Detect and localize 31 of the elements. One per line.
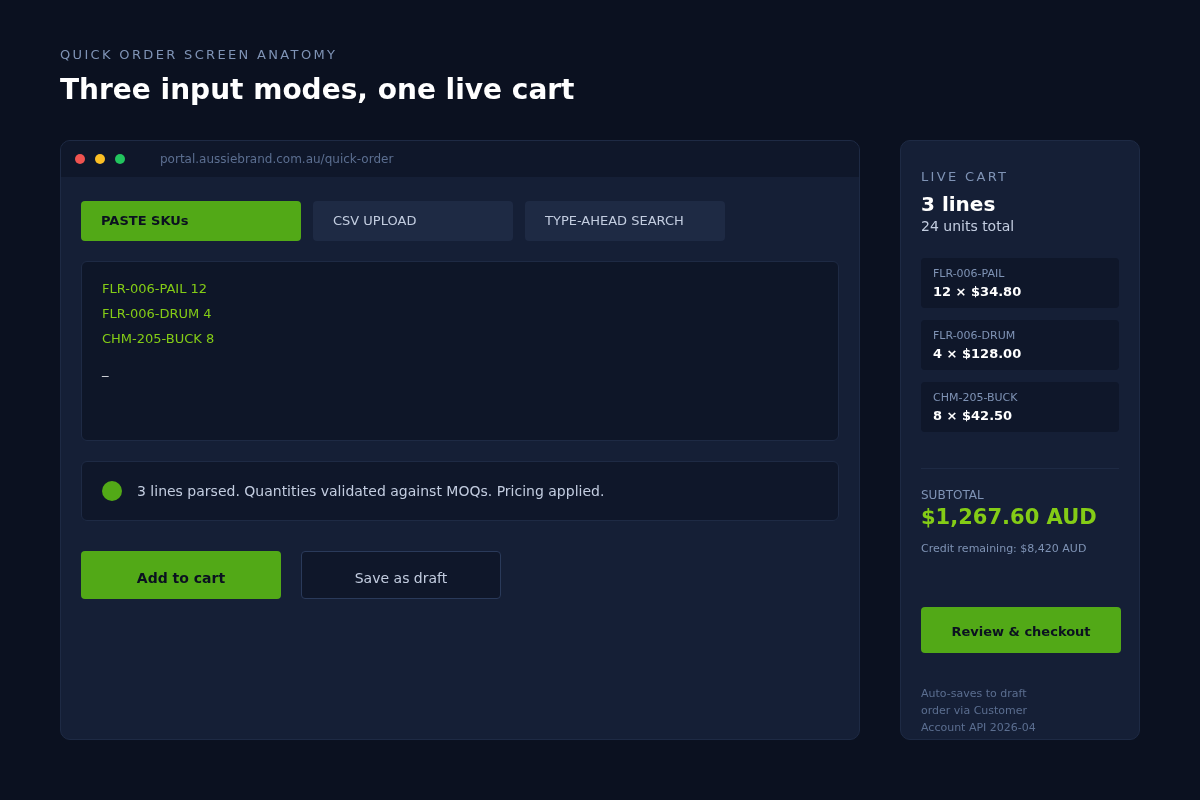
input-mode-tab[interactable]: CSV UPLOAD	[313, 201, 513, 241]
subtotal-amount: $1,267.60 AUD	[921, 504, 1098, 531]
cart-item-quantity-price: 4 × $128.00	[933, 345, 1023, 363]
pasted-sku-line: FLR-006-PAIL 12	[102, 280, 209, 298]
input-mode-tab[interactable]: TYPE-AHEAD SEARCH	[525, 201, 725, 241]
input-mode-tab[interactable]: PASTE SKUs	[81, 201, 301, 241]
cart-item-sku: FLR-006-PAIL	[933, 267, 1006, 281]
text-cursor: _	[102, 361, 110, 379]
cart-item-quantity-price: 12 × $34.80	[933, 283, 1023, 301]
subtotal-label: SUBTOTAL	[921, 487, 985, 503]
cart-item-sku: FLR-006-DRUM	[933, 329, 1017, 343]
cart-units-total: 24 units total	[921, 217, 1016, 236]
credit-remaining: Credit remaining: $8,420 AUD	[921, 541, 1088, 557]
cart-heading: LIVE CART	[921, 168, 1010, 186]
status-message: 3 lines parsed. Quantities validated against MOQs. Pricing applied.	[137, 481, 605, 501]
window-maximize-icon[interactable]	[115, 154, 125, 164]
cart-item-sku: CHM-205-BUCK	[933, 391, 1019, 405]
url-text: portal.aussiebrand.com.au/quick-order	[160, 151, 394, 168]
page-title: Three input modes, one live cart	[60, 72, 576, 108]
paste-sku-field[interactable]: FLR-006-PAIL 12 FLR-006-DRUM 4 CHM-205-BUCK 8 _	[81, 261, 839, 441]
pasted-sku-line: FLR-006-DRUM 4	[102, 305, 213, 323]
cart-line-count: 3 lines	[921, 192, 997, 216]
cart-item-quantity-price: 8 × $42.50	[933, 407, 1014, 425]
pasted-sku-line: CHM-205-BUCK 8	[102, 330, 216, 348]
window-close-icon[interactable]	[75, 154, 85, 164]
window-minimize-icon[interactable]	[95, 154, 105, 164]
add-to-cart-button[interactable]: Add to cart	[81, 551, 281, 599]
checkout-button[interactable]: Review & checkout	[921, 607, 1121, 653]
eyebrow-label: QUICK ORDER SCREEN ANATOMY	[60, 46, 339, 64]
save-draft-button[interactable]: Save as draft	[301, 551, 501, 599]
autosave-note: Auto-saves to draft order via Customer Account API 2026-04	[921, 686, 1037, 736]
